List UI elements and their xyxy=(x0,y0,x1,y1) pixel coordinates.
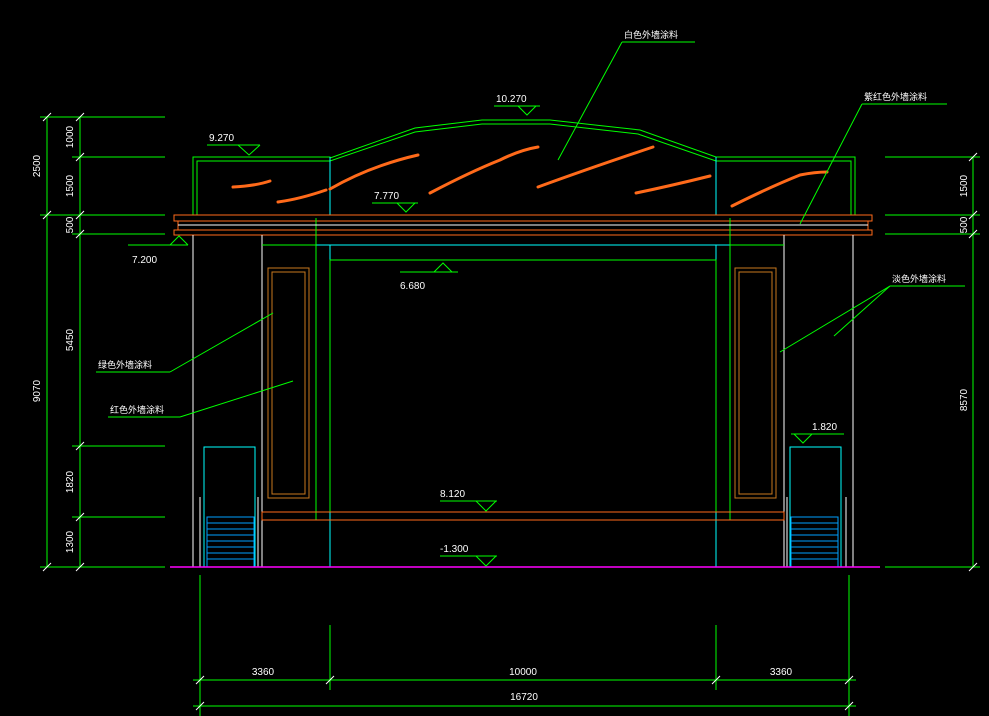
right-wall-panel xyxy=(734,267,777,499)
elevation-marker-inner xyxy=(400,262,458,273)
dim-right-500: 500 xyxy=(959,216,970,233)
elevation-beam-top: 7.770 xyxy=(374,191,399,202)
roof-ornament-strokes xyxy=(231,145,829,208)
right-door xyxy=(786,446,847,568)
elevation-drawing: 1000 1500 2500 500 5450 9070 1820 1300 1… xyxy=(32,29,980,716)
dim-right-8570: 8570 xyxy=(959,388,970,411)
label-light-coating: 淡色外墙涂料 xyxy=(892,273,946,285)
elevation-marker-ground xyxy=(440,555,497,567)
callout-purple-red-leader xyxy=(799,103,947,225)
dim-bottom-right: 3360 xyxy=(770,667,793,678)
left-wall-panel xyxy=(267,267,310,499)
elevation-inner: 6.680 xyxy=(400,281,425,292)
elevation-marker-door xyxy=(791,433,844,444)
left-dimension-ticks xyxy=(42,112,85,572)
elevation-marker-left-top xyxy=(207,144,261,156)
dim-bottom-middle: 10000 xyxy=(509,667,537,678)
wall-outline xyxy=(192,235,854,567)
elevation-marker-beam-top xyxy=(372,202,418,213)
elevation-beam-bottom: 7.200 xyxy=(132,255,157,266)
label-white-coating: 白色外墙涂料 xyxy=(624,29,678,41)
dim-left-2500: 2500 xyxy=(32,154,43,177)
elevation-left-top: 9.270 xyxy=(209,133,234,144)
callout-light-coating-leader xyxy=(779,285,965,353)
right-stair xyxy=(790,516,839,568)
dim-right-1500: 1500 xyxy=(959,174,970,197)
elevation-marker-beam-bottom xyxy=(128,235,189,246)
dim-left-9070: 9070 xyxy=(32,379,43,402)
elevation-ground: -1.300 xyxy=(440,544,469,555)
dim-left-1300: 1300 xyxy=(65,530,76,553)
elevation-sill: 8.120 xyxy=(440,489,465,500)
label-purple-red-coating: 紫红色外墙涂料 xyxy=(864,91,927,103)
elevation-door: 1.820 xyxy=(812,422,837,433)
dim-bottom-left: 3360 xyxy=(252,667,275,678)
elevation-marker-top xyxy=(494,105,540,116)
dim-left-5450: 5450 xyxy=(65,328,76,351)
label-green-coating: 绿色外墙涂料 xyxy=(98,359,152,371)
dim-left-1000: 1000 xyxy=(65,125,76,148)
label-red-coating: 红色外墙涂料 xyxy=(110,404,164,416)
left-dimension-lines xyxy=(40,116,165,568)
elevation-top: 10.270 xyxy=(496,94,527,105)
left-door xyxy=(199,446,259,568)
dim-left-1820: 1820 xyxy=(65,470,76,493)
dim-left-500: 500 xyxy=(65,216,76,233)
dim-bottom-total: 16720 xyxy=(510,692,538,703)
left-stair xyxy=(206,516,255,568)
dim-left-1500: 1500 xyxy=(65,174,76,197)
cornice-beam xyxy=(173,214,873,236)
elevation-marker-sill xyxy=(440,500,497,512)
